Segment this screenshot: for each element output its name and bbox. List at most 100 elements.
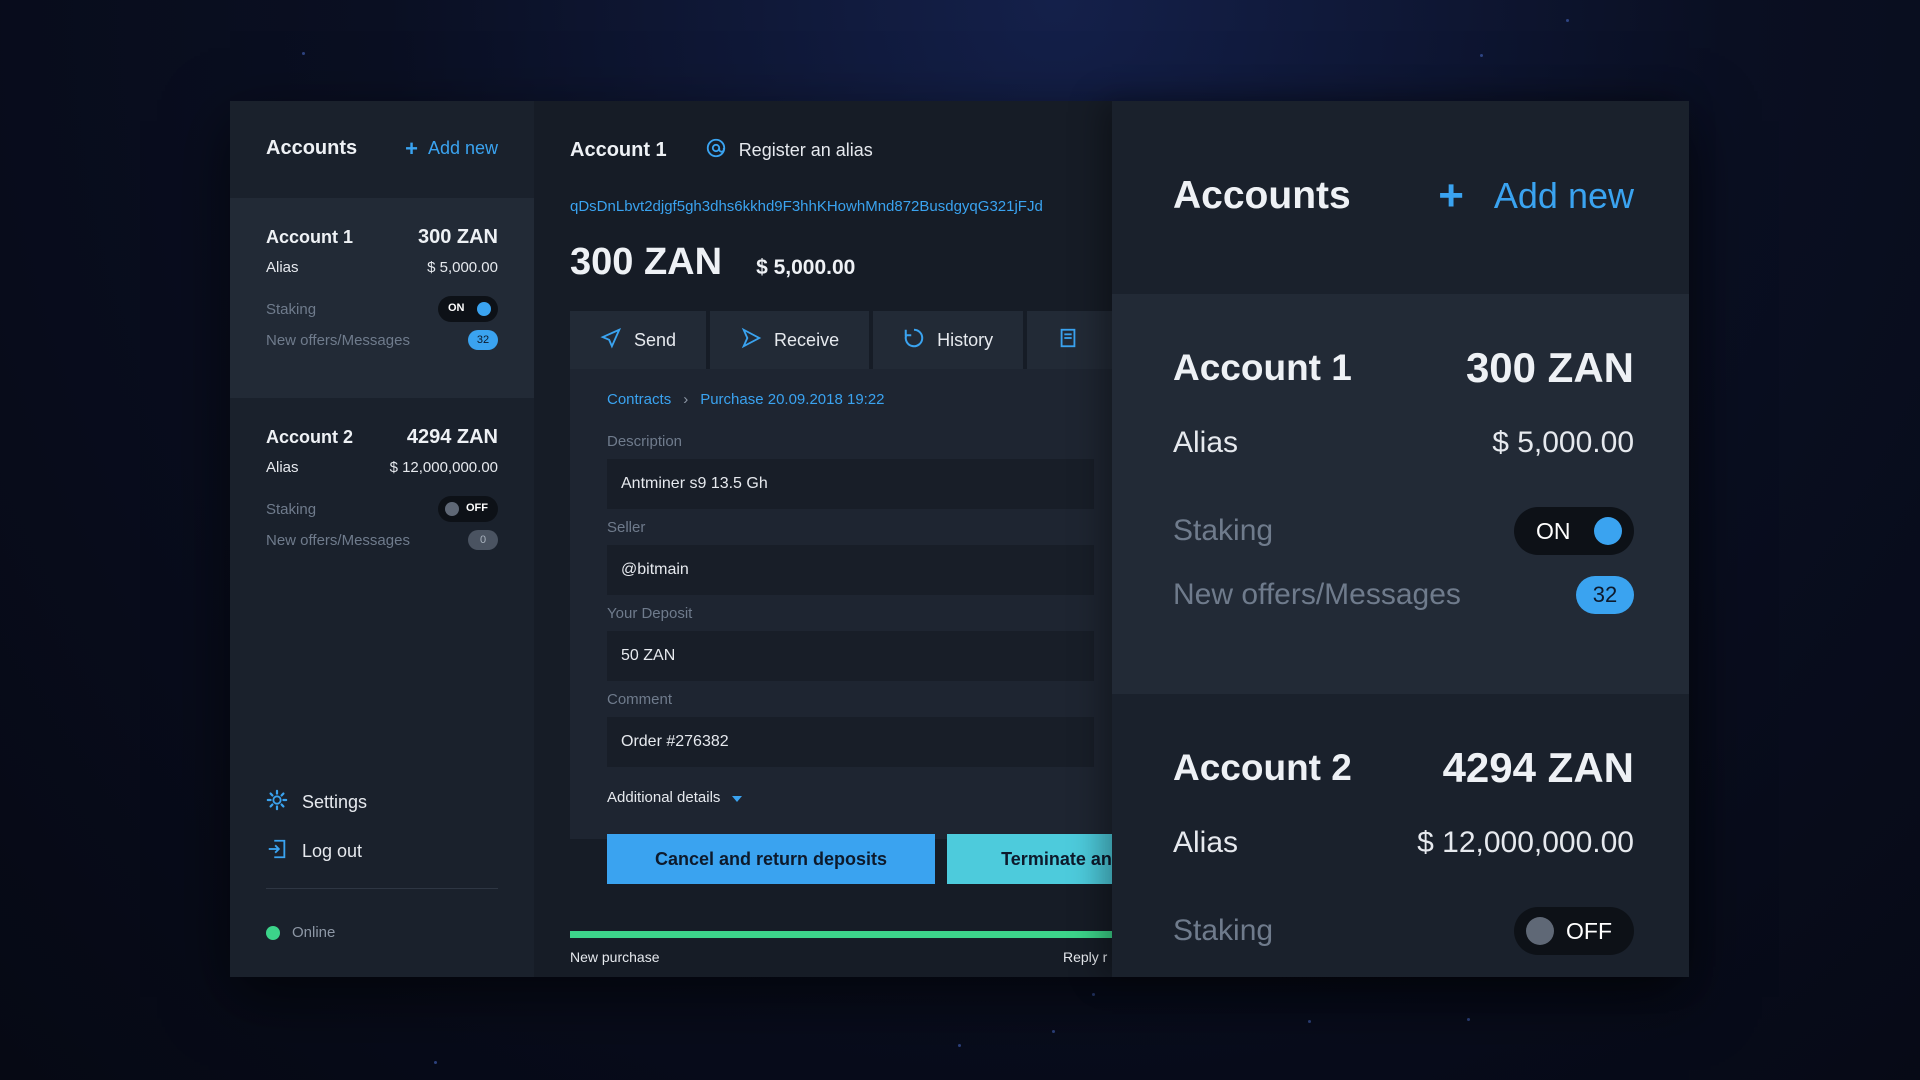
zoom-account-card-1[interactable]: Account 1 300 ZAN Alias $ 5,000.00 Staki… [1112,294,1689,694]
deposit-label: Your Deposit [607,605,693,622]
zoom-account-name: Account 1 [1173,347,1352,388]
staking-label: Staking [266,300,317,318]
account-name: Account 2 [266,427,354,447]
zoom-account-balance: 4294 ZAN [1442,744,1634,791]
logout-link[interactable]: Log out [266,838,367,865]
add-account-button[interactable]: + Add new [405,135,498,161]
sidebar-divider [266,888,498,889]
register-alias-label: Register an alias [738,140,873,160]
send-icon [600,327,622,354]
zoom-messages-badge: 32 [1576,576,1634,614]
alias-label: Alias [266,459,299,476]
wallet-address[interactable]: qDsDnLbvt2djgf5gh3dhs6kkhd9F3hhKHowhMnd8… [570,198,1043,215]
toggle-knob [1526,917,1554,945]
zoom-usd-balance: $ 12,000,000.00 [1417,826,1634,859]
sidebar: Accounts + Add new Account 1 300 ZAN Ali… [230,101,534,977]
zoom-alias-label: Alias [1173,426,1239,459]
additional-details-toggle[interactable]: Additional details [607,789,743,806]
zoomed-accounts-panel: Accounts + Add new Account 1 300 ZAN Ali… [1112,101,1689,977]
contract-progress-bar [570,931,1170,938]
account-balance: 4294 ZAN [406,426,498,448]
toggle-state: ON [448,302,465,314]
contracts-icon [1057,327,1079,354]
progress-next-label: Reply r [1063,949,1108,965]
connection-status: Online [266,924,335,941]
plus-icon: + [405,135,418,161]
chevron-right-icon: › [683,391,689,408]
tab-label: Send [634,329,677,350]
history-icon [903,327,925,354]
caret-down-icon [732,789,743,806]
tab-contracts[interactable] [1027,311,1122,369]
account-header: Account 2 4294 ZAN [266,426,498,449]
account-card-2[interactable]: Account 2 4294 ZAN Alias $ 12,000,000.00… [230,398,534,598]
description-field[interactable]: Antminer s9 13.5 Gh [607,459,1094,509]
balance-usd: $ 5,000.00 [756,256,856,279]
zoom-staking-toggle[interactable]: OFF [1514,907,1634,955]
breadcrumb-current: Purchase 20.09.2018 19:22 [700,391,885,408]
zoom-messages-row: New offers/Messages 32 [1173,576,1634,614]
zoom-staking-row: Staking OFF [1173,907,1634,955]
settings-label: Settings [302,792,368,812]
toggle-state: OFF [466,502,488,514]
status-label: Online [292,924,336,941]
zoom-add-account-button[interactable]: + Add new [1438,174,1634,218]
zoom-account-header: Account 2 4294 ZAN [1173,744,1634,792]
alias-label: Alias [266,259,299,276]
messages-label: New offers/Messages [266,331,410,349]
tab-receive[interactable]: Receive [710,311,870,369]
staking-label: Staking [266,500,317,518]
at-icon [705,137,727,164]
account-name: Account 1 [266,227,354,247]
description-label: Description [607,433,683,450]
messages-row: New offers/Messages 32 [266,330,498,350]
add-account-label: Add new [427,138,498,158]
alias-row: Alias $ 5,000.00 [266,259,498,276]
deposit-field[interactable]: 50 ZAN [607,631,1094,681]
account-card-1[interactable]: Account 1 300 ZAN Alias $ 5,000.00 Staki… [230,198,534,398]
seller-field[interactable]: @bitmain [607,545,1094,595]
tab-history[interactable]: History [873,311,1024,369]
messages-label: New offers/Messages [266,531,410,549]
zoom-account-header: Account 1 300 ZAN [1173,344,1634,392]
zoom-account-name: Account 2 [1173,747,1352,788]
tab-label: Receive [774,329,840,350]
messages-badge: 32 [468,330,498,350]
comment-label: Comment [607,691,673,708]
staking-toggle[interactable]: OFF [438,496,498,522]
main-header: Account 1 Register an alias [570,137,873,164]
zoom-staking-label: Staking [1173,514,1274,547]
zoom-account-card-2[interactable]: Account 2 4294 ZAN Alias $ 12,000,000.00… [1112,694,1689,977]
tab-send[interactable]: Send [570,311,707,369]
toggle-state: ON [1536,518,1571,544]
balance-display: 300 ZAN $ 5,000.00 [570,241,855,284]
comment-field[interactable]: Order #276382 [607,717,1094,767]
tab-label: History [937,329,994,350]
alias-row: Alias $ 12,000,000.00 [266,459,498,476]
plus-icon: + [1438,171,1464,220]
staking-toggle[interactable]: ON [438,296,498,322]
logout-icon [266,838,288,865]
usd-balance: $ 12,000,000.00 [389,459,498,476]
zoom-alias-row: Alias $ 5,000.00 [1173,426,1634,460]
additional-details-label: Additional details [607,789,721,806]
page-title: Account 1 [570,139,667,161]
action-tabs: Send Receive History [570,311,1122,369]
online-indicator [266,925,280,940]
sidebar-menu: Settings Log out [266,789,367,887]
zoom-staking-toggle[interactable]: ON [1514,507,1634,555]
zoom-usd-balance: $ 5,000.00 [1492,426,1634,459]
cancel-return-deposits-button[interactable]: Cancel and return deposits [607,834,935,884]
sidebar-header: Accounts + Add new [266,137,498,160]
zoom-staking-label: Staking [1173,914,1274,947]
messages-badge: 0 [468,530,498,550]
zoom-account-balance: 300 ZAN [1465,344,1634,391]
zoom-header: Accounts + Add new [1112,101,1689,294]
register-alias-link[interactable]: Register an alias [705,137,873,164]
account-balance: 300 ZAN [417,226,498,248]
progress-start-label: New purchase [570,949,660,965]
sidebar-title: Accounts [266,137,358,159]
breadcrumb-root[interactable]: Contracts [607,391,671,408]
settings-link[interactable]: Settings [266,789,367,816]
toggle-knob [445,502,459,516]
